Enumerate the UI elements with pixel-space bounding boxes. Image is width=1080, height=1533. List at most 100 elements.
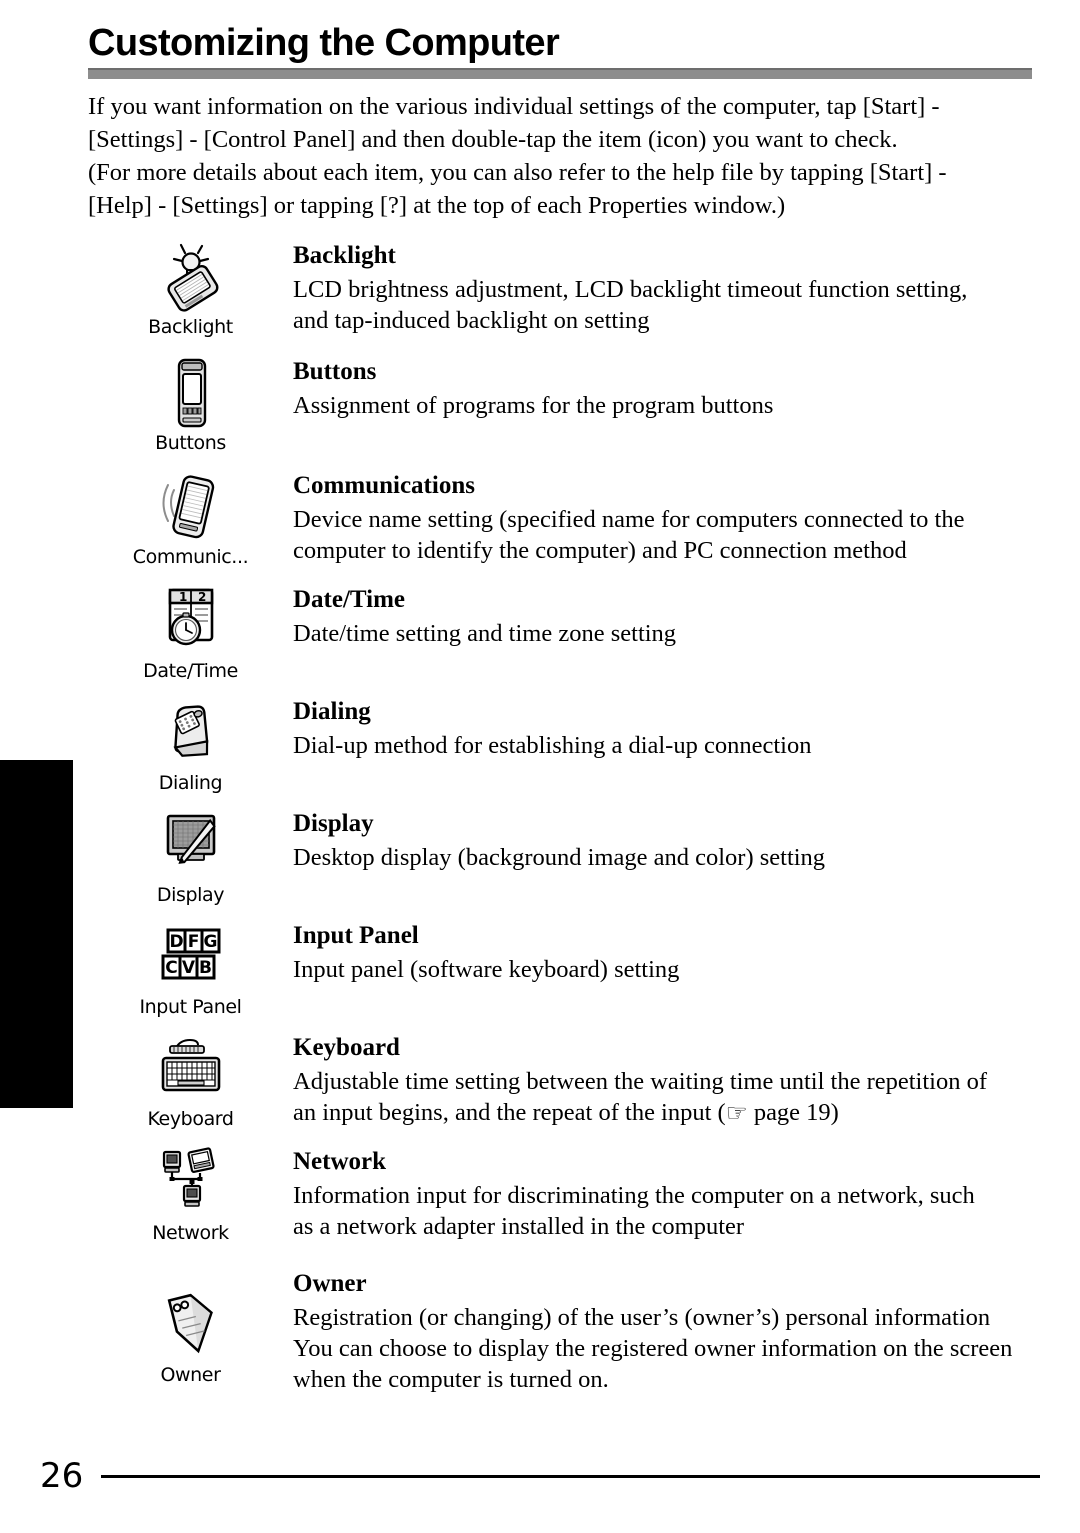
list-item-buttons: Buttons Buttons Assignment of programs f…	[88, 354, 1040, 454]
list-item-dialing: Dialing Dialing Dial-up method for estab…	[88, 694, 1040, 794]
icon-column: Network	[88, 1144, 293, 1244]
item-description-line-1: Desktop display (background image and co…	[293, 844, 826, 871]
intro-line-4: [Help] - [Settings] or tapping [?] at th…	[88, 192, 786, 219]
input-panel-key-v: V	[181, 958, 195, 978]
item-title: Owner	[293, 1270, 367, 1297]
item-description-line-1: Registration (or changing) of the user’s…	[293, 1304, 991, 1331]
intro-line-2: [Settings] - [Control Panel] and then do…	[88, 126, 898, 153]
page-number: 26	[40, 1456, 84, 1496]
document-page: Customizing the Computer If you want inf…	[0, 0, 1080, 1533]
page-header: Customizing the Computer	[88, 22, 1032, 79]
item-title: Input Panel	[293, 922, 419, 949]
icon-column: Owner	[88, 1266, 293, 1386]
display-icon	[154, 808, 228, 882]
item-title: Network	[293, 1148, 387, 1175]
intro-line-1: If you want information on the various i…	[88, 93, 940, 120]
icon-caption: Dialing	[158, 772, 223, 794]
item-description-line-3: when the computer is turned on.	[293, 1366, 609, 1393]
icon-column: Display	[88, 806, 293, 906]
footer-divider-rule	[101, 1474, 1040, 1478]
backlight-icon	[154, 240, 228, 314]
item-description-line-1: Device name setting (specified name for …	[293, 506, 965, 533]
control-panel-item-list: Backlight Backlight LCD brightness adjus…	[88, 238, 1040, 1395]
text-column: Owner Registration (or changing) of the …	[293, 1266, 1040, 1395]
icon-column: D F G C V B Input Panel	[88, 918, 293, 1018]
list-item-owner: Owner Owner Registration (or changing) o…	[88, 1266, 1040, 1395]
text-column: Network Information input for discrimina…	[293, 1144, 1040, 1242]
icon-caption: Keyboard	[147, 1108, 234, 1130]
input-panel-icon: D F G C V B	[154, 920, 228, 994]
icon-caption: Owner	[160, 1364, 221, 1386]
item-title: Dialing	[293, 698, 371, 725]
item-description-line-1: Information input for discriminating the…	[293, 1182, 975, 1209]
input-panel-key-d: D	[169, 932, 183, 952]
item-description-line-2: and tap-induced backlight on setting	[293, 307, 650, 334]
item-title: Date/Time	[293, 586, 406, 613]
icon-column: Dialing	[88, 694, 293, 794]
list-item-backlight: Backlight Backlight LCD brightness adjus…	[88, 238, 1040, 338]
text-column: Keyboard Adjustable time setting between…	[293, 1030, 1040, 1129]
page-title: Customizing the Computer	[88, 22, 560, 64]
input-panel-key-c: C	[165, 958, 177, 978]
item-description-line-2: computer to identify the computer) and P…	[293, 537, 907, 564]
header-divider-rule	[88, 68, 1032, 79]
item-description-line-1: Assignment of programs for the program b…	[293, 392, 774, 419]
pointing-hand-icon: ☞	[725, 1100, 748, 1127]
svg-text:2: 2	[198, 590, 206, 604]
icon-caption: Buttons	[155, 432, 226, 454]
icon-column: 1 2 Date/Time	[88, 582, 293, 682]
text-column: Date/Time Date/time setting and time zon…	[293, 582, 1040, 649]
text-column: Buttons Assignment of programs for the p…	[293, 354, 1040, 421]
date-time-icon: 1 2	[154, 584, 228, 658]
text-column: Input Panel Input panel (software keyboa…	[293, 918, 1040, 985]
network-icon	[154, 1146, 228, 1220]
item-title: Buttons	[293, 358, 377, 385]
text-column: Backlight LCD brightness adjustment, LCD…	[293, 238, 1040, 336]
keyboard-desc-suffix: page 19)	[747, 1099, 839, 1126]
item-title: Backlight	[293, 242, 396, 269]
text-column: Communications Device name setting (spec…	[293, 468, 1040, 566]
keyboard-desc-prefix: an input begins, and the repeat of the i…	[293, 1099, 726, 1126]
svg-text:1: 1	[179, 590, 187, 604]
input-panel-key-b: B	[199, 958, 212, 978]
item-description-line-1: LCD brightness adjustment, LCD backlight…	[293, 276, 968, 303]
input-panel-key-g: G	[203, 932, 217, 952]
icon-caption: Input Panel	[139, 996, 242, 1018]
item-description-line-1: Input panel (software keyboard) setting	[293, 956, 680, 983]
item-description-line-2: as a network adapter installed in the co…	[293, 1213, 745, 1240]
icon-column: Keyboard	[88, 1030, 293, 1130]
list-item-network: Network Network Information input for di…	[88, 1144, 1040, 1244]
owner-icon	[154, 1288, 228, 1362]
list-item-keyboard: Keyboard Keyboard Adjustable time settin…	[88, 1030, 1040, 1130]
item-description-line-1: Date/time setting and time zone setting	[293, 620, 677, 647]
item-description-line-2: You can choose to display the registered…	[293, 1335, 1013, 1362]
icon-caption: Backlight	[148, 316, 233, 338]
text-column: Display Desktop display (background imag…	[293, 806, 1040, 873]
intro-line-3: (For more details about each item, you c…	[88, 159, 947, 186]
list-item-date-time: 1 2 Date/Time Date/Time Date/time settin…	[88, 582, 1040, 682]
dialing-icon	[154, 696, 228, 770]
item-title: Keyboard	[293, 1034, 400, 1061]
item-description-line-1: Adjustable time setting between the wait…	[293, 1068, 988, 1095]
list-item-input-panel: D F G C V B Input Panel Input Panel Inpu…	[88, 918, 1040, 1018]
icon-column: Communic...	[88, 468, 293, 568]
item-title: Display	[293, 810, 374, 837]
page-footer: 26	[40, 1459, 1040, 1493]
input-panel-key-f: F	[187, 932, 199, 952]
item-description-line-1: Dial-up method for establishing a dial-u…	[293, 732, 812, 759]
intro-paragraphs: If you want information on the various i…	[88, 90, 1038, 222]
icon-column: Buttons	[88, 354, 293, 454]
chapter-thumb-tab	[0, 760, 73, 1108]
list-item-display: Display Display Desktop display (backgro…	[88, 806, 1040, 906]
icon-caption: Communic...	[132, 546, 249, 568]
icon-column: Backlight	[88, 238, 293, 338]
item-title: Communications	[293, 472, 475, 499]
communications-icon	[154, 470, 228, 544]
icon-caption: Display	[156, 884, 225, 906]
text-column: Dialing Dial-up method for establishing …	[293, 694, 1040, 761]
item-description-line-2: an input begins, and the repeat of the i…	[293, 1097, 1040, 1129]
keyboard-icon	[154, 1032, 228, 1106]
list-item-communications: Communic... Communications Device name s…	[88, 468, 1040, 568]
buttons-icon	[154, 356, 228, 430]
icon-caption: Date/Time	[143, 660, 238, 682]
